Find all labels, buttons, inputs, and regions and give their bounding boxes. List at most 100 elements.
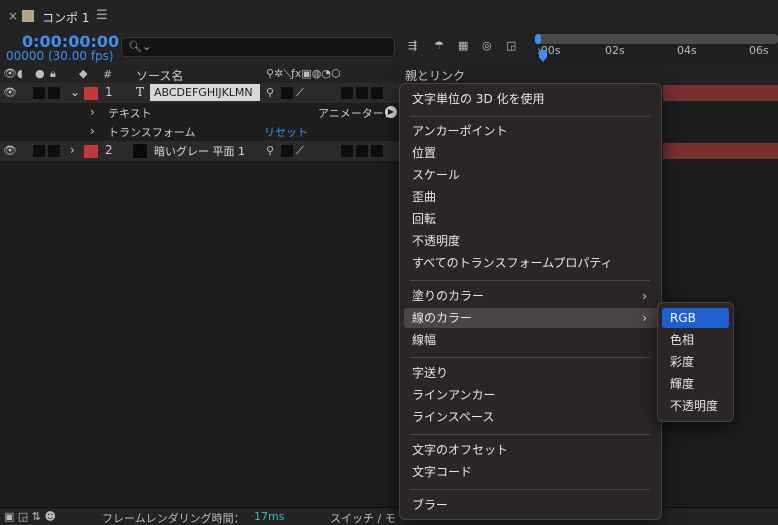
render-time-value: 17ms [254,510,285,523]
menu-item-stroke-color-label: 線のカラー [412,311,473,325]
lock-switch[interactable] [48,145,60,157]
eye-icon: 👁︎ [3,67,17,80]
frame-blend-icon[interactable]: ▦ [458,39,468,52]
collapse-switch[interactable] [281,145,293,157]
solo-icon: ● [35,67,45,80]
animator-menu-icon[interactable]: ▶ [385,106,397,118]
layer-number: 2 [105,143,113,157]
submenu-item-rgb[interactable]: RGB [662,308,729,328]
after-effects-timeline: × コンポ 1 ☰ 0:00:00:00 00000 (30.00 fps) 🔍… [0,0,778,525]
menu-separator [410,280,650,281]
expand-chevron-icon[interactable]: › [70,143,75,157]
ruler-label: 06s [749,44,769,57]
animate-context-menu: 文字単位の 3D 化を使用 アンカーポイント 位置 スケール 歪曲 回転 不透明… [399,83,662,520]
submenu-item-opacity[interactable]: 不透明度 [662,396,729,416]
submenu-chevron-icon: › [642,289,647,303]
submenu-item-saturation[interactable]: 彩度 [662,352,729,372]
graph-editor-icon[interactable]: ◲ [506,39,516,52]
number-column-header: # [103,68,113,81]
menu-item-stroke-width[interactable]: 線幅 [404,330,657,350]
playhead[interactable] [539,50,547,62]
blend-switch[interactable] [356,87,368,99]
menu-item-char-value[interactable]: 文字コード [404,462,657,482]
ruler-label: 04s [677,44,697,57]
layer-2-duration-bar[interactable] [663,143,778,159]
solid-layer-icon [133,144,147,158]
ruler-label: 02s [605,44,625,57]
fx-switch[interactable] [341,145,353,157]
menu-item-per-char-3d[interactable]: 文字単位の 3D 化を使用 [404,89,657,109]
fx-switch[interactable] [341,87,353,99]
blend-switch[interactable] [356,145,368,157]
menu-item-scale[interactable]: スケール [404,165,657,185]
parent-link-header: 親とリンク [405,69,466,83]
menu-item-anchor-point[interactable]: アンカーポイント [404,121,657,141]
source-name-header[interactable]: ソース名 [136,67,183,84]
stroke-color-submenu: RGB 色相 彩度 輝度 不透明度 [657,302,734,422]
expand-chevron-icon[interactable]: ⌄ [70,85,80,99]
menu-item-position[interactable]: 位置 [404,143,657,163]
layer-1-duration-bar[interactable] [663,85,778,101]
search-icon: 🔍︎⌄ [128,40,152,53]
menu-item-char-offset[interactable]: 文字のオフセット [404,440,657,460]
tab-menu-icon[interactable]: ☰ [96,8,108,23]
work-area-bar[interactable] [535,34,778,44]
menu-separator [410,116,650,117]
collapse-switch[interactable] [281,87,293,99]
lock-switch[interactable] [48,87,60,99]
shy-switch-icon[interactable]: ⚲ [266,144,274,157]
menu-item-skew[interactable]: 歪曲 [404,187,657,207]
work-area-start[interactable] [535,34,541,44]
toggle-switches-modes[interactable]: スイッチ / モ [330,510,396,525]
layer-name-field[interactable]: ABCDEFGHIJKLMN [150,84,260,101]
motion-blur-icon[interactable]: ◎ [482,39,492,52]
visibility-toggle-icon[interactable]: 👁︎ [3,144,17,157]
expand-chevron-icon[interactable]: › [90,124,95,138]
comp-tab-bar: × コンポ 1 ☰ [0,0,778,32]
audio-icon: ◖ [17,67,23,80]
menu-separator [410,489,650,490]
expand-chevron-icon[interactable]: › [90,105,95,119]
submenu-item-brightness[interactable]: 輝度 [662,374,729,394]
menu-item-opacity[interactable]: 不透明度 [404,231,657,251]
shy-switch-icon[interactable]: ⚲ [266,86,274,99]
menu-separator [410,434,650,435]
quality-switch-icon[interactable]: ⟋ [296,144,304,158]
submenu-chevron-icon: › [642,311,647,325]
render-time-label: フレームレンダリング時間： [102,512,245,525]
label-color[interactable] [84,145,98,158]
menu-item-tracking[interactable]: 字送り [404,363,657,383]
comp-flowchart-icon[interactable]: ⇶ [408,39,417,52]
menu-item-fill-color[interactable]: 塗りのカラー › [404,286,657,306]
menu-item-line-anchor[interactable]: ラインアンカー [404,385,657,405]
visibility-toggle-icon[interactable]: 👁︎ [3,86,17,99]
menu-item-rotation[interactable]: 回転 [404,209,657,229]
lock-icon: 🔒︎ [50,67,56,80]
shy-icon[interactable]: ☂ [434,39,444,52]
submenu-item-hue[interactable]: 色相 [662,330,729,350]
menu-item-stroke-color[interactable]: 線のカラー › [404,308,657,328]
3d-switch[interactable] [371,87,383,99]
menu-separator [410,357,650,358]
menu-item-fill-color-label: 塗りのカラー [412,289,485,303]
layer-column-headers: 👁︎ ◖ ● 🔒︎ ◆ # ソース名 ⚲✲⟍ƒx▣◍◔⬡ 親とリンク [0,64,778,84]
comp-icon [22,10,34,22]
3d-switch[interactable] [371,145,383,157]
label-color[interactable] [84,87,98,100]
quality-switch-icon[interactable]: ⟋ [296,86,304,100]
layer-name[interactable]: 暗いグレー 平面 1 [154,143,245,159]
menu-item-all-transform[interactable]: すべてのトランスフォームプロパティ [404,253,657,273]
reset-link[interactable]: リセット [264,124,308,140]
menu-item-line-spacing[interactable]: ラインスペース [404,407,657,427]
comp-tab-title[interactable]: コンポ 1 [42,9,89,26]
animator-label: アニメーター： [318,107,395,120]
render-icons[interactable]: ▣ ◲ ⇅ ☻ [4,510,56,523]
close-tab-icon[interactable]: × [8,9,18,23]
solo-switch[interactable] [33,87,45,99]
label-icon: ◆ [79,67,88,80]
transform-property-label: トランスフォーム [108,126,196,139]
solo-switch[interactable] [33,145,45,157]
text-layer-icon: T [136,85,145,99]
search-input[interactable]: 🔍︎⌄ [121,37,395,57]
menu-item-blur[interactable]: ブラー [404,495,657,515]
